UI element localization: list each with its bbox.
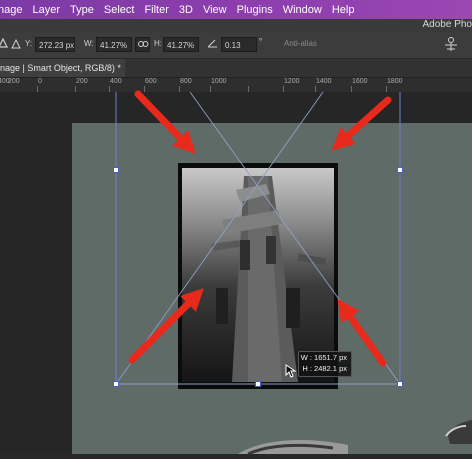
annotation-arrows: [132, 94, 388, 363]
perspective-guides: [116, 92, 400, 384]
tooltip-height: H : 2482.1 px: [299, 363, 351, 374]
fish-image-fragment: [238, 435, 348, 454]
tooltip-width: W : 1651.7 px: [299, 352, 351, 363]
arrow-bottom-left: [132, 296, 196, 360]
transform-handle-left-middle[interactable]: [113, 167, 119, 173]
transform-handle-bottom-left[interactable]: [113, 381, 119, 387]
cursor-icon: [285, 364, 297, 378]
seal-image-fragment: [438, 414, 472, 444]
transform-size-tooltip: W : 1651.7 px H : 2482.1 px: [298, 351, 352, 377]
arrow-top-left: [138, 94, 188, 146]
transform-handle-bottom-center[interactable]: [255, 381, 261, 387]
arrow-top-right: [340, 100, 388, 143]
transform-handle-bottom-right[interactable]: [397, 381, 403, 387]
transform-handle-right-middle[interactable]: [397, 167, 403, 173]
